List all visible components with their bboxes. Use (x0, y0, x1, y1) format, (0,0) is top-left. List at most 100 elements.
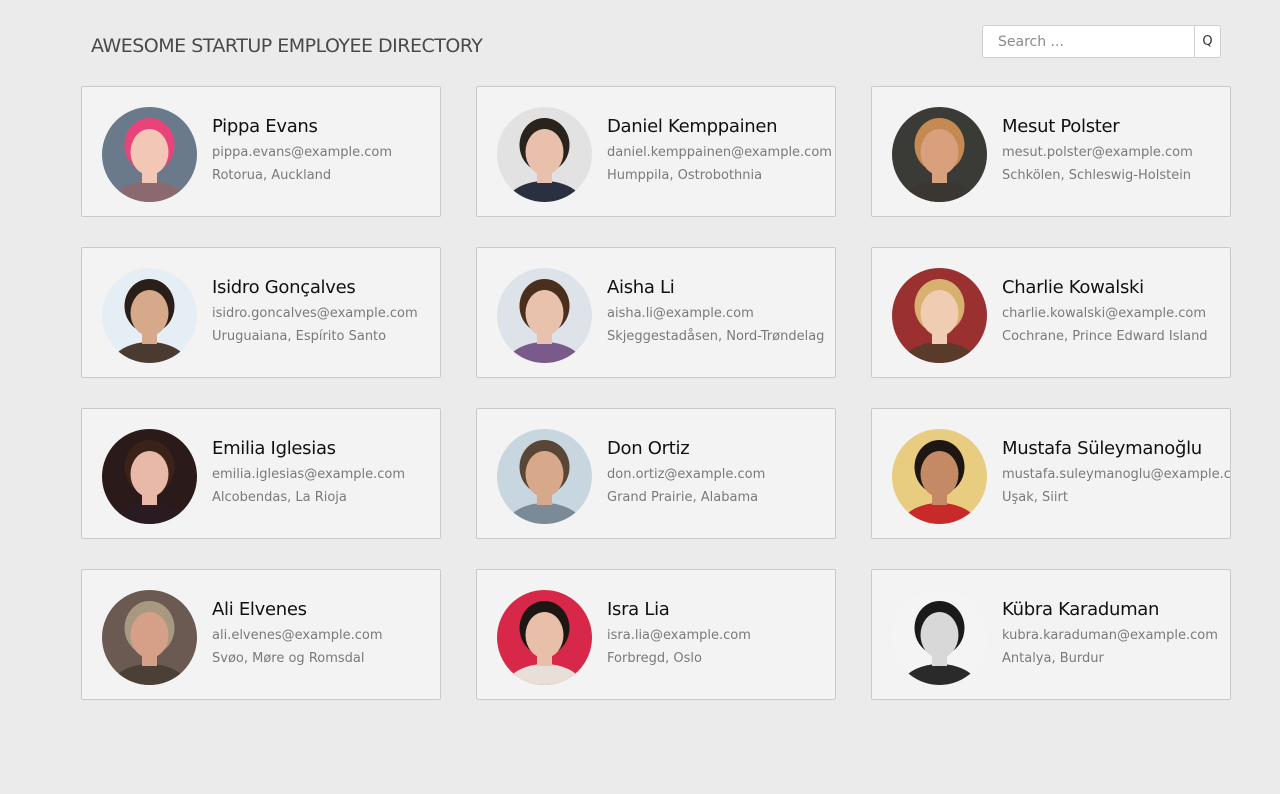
employee-email: ali.elvenes@example.com (212, 628, 383, 643)
employee-info: Don Ortiz don.ortiz@example.com Grand Pr… (607, 437, 765, 509)
employee-card[interactable]: Mustafa Süleymanoğlu mustafa.suleymanogl… (871, 408, 1231, 539)
employee-info: Charlie Kowalski charlie.kowalski@exampl… (1002, 276, 1208, 348)
portrait-photo (892, 590, 987, 685)
employee-name: Isra Lia (607, 599, 670, 620)
employee-info: Daniel Kemppainen daniel.kemppainen@exam… (607, 115, 832, 187)
portrait-face (130, 451, 169, 497)
search-button[interactable]: Q (1195, 25, 1221, 58)
employee-name: Pippa Evans (212, 116, 318, 137)
employee-avatar (102, 268, 197, 363)
employee-email: aisha.li@example.com (607, 306, 754, 321)
employee-info: Mesut Polster mesut.polster@example.com … (1002, 115, 1193, 187)
employee-name: Mesut Polster (1002, 116, 1120, 137)
employee-location: Svøo, Møre og Romsdal (212, 651, 365, 666)
portrait-photo (102, 268, 197, 363)
employee-email: emilia.iglesias@example.com (212, 467, 406, 482)
portrait-photo (892, 429, 987, 524)
employee-location: Grand Prairie, Alabama (607, 490, 759, 505)
employee-avatar (892, 107, 987, 202)
employee-name: Emilia Iglesias (212, 438, 336, 459)
employee-location: Skjeggestadåsen, Nord-Trøndelag (607, 329, 825, 344)
employee-location: Cochrane, Prince Edward Island (1002, 329, 1208, 344)
employee-email: mesut.polster@example.com (1002, 145, 1193, 160)
employee-info: Aisha Li aisha.li@example.com Skjeggesta… (607, 276, 824, 348)
employee-card[interactable]: Isra Lia isra.lia@example.com Forbregd, … (476, 569, 836, 700)
portrait-photo (102, 429, 197, 524)
employee-grid: Pippa Evans pippa.evans@example.com Roto… (81, 86, 1231, 700)
portrait-face (130, 612, 169, 658)
employee-card[interactable]: Don Ortiz don.ortiz@example.com Grand Pr… (476, 408, 836, 539)
page-title: AWESOME STARTUP EMPLOYEE DIRECTORY (91, 35, 483, 57)
employee-card[interactable]: Charlie Kowalski charlie.kowalski@exampl… (871, 247, 1231, 378)
employee-card[interactable]: Mesut Polster mesut.polster@example.com … (871, 86, 1231, 217)
employee-avatar (497, 590, 592, 685)
employee-location: Schkölen, Schleswig-Holstein (1002, 168, 1192, 183)
portrait-face (130, 290, 169, 336)
employee-location: Uruguaiana, Espírito Santo (212, 329, 387, 344)
employee-email: isidro.goncalves@example.com (212, 306, 418, 321)
employee-card[interactable]: Daniel Kemppainen daniel.kemppainen@exam… (476, 86, 836, 217)
portrait-photo (892, 107, 987, 202)
portrait-face (920, 290, 959, 336)
employee-email: daniel.kemppainen@example.com (607, 145, 832, 160)
employee-card[interactable]: Pippa Evans pippa.evans@example.com Roto… (81, 86, 441, 217)
employee-email: kubra.karaduman@example.com (1002, 628, 1218, 643)
portrait-face (130, 129, 169, 175)
portrait-photo (497, 107, 592, 202)
employee-card[interactable]: Aisha Li aisha.li@example.com Skjeggesta… (476, 247, 836, 378)
employee-avatar (497, 268, 592, 363)
portrait-photo (497, 429, 592, 524)
employee-card[interactable]: Isidro Gonçalves isidro.goncalves@exampl… (81, 247, 441, 378)
portrait-photo (497, 590, 592, 685)
employee-email: don.ortiz@example.com (607, 467, 766, 482)
search-form: Q (982, 25, 1221, 58)
portrait-face (920, 129, 959, 175)
employee-avatar (497, 107, 592, 202)
employee-location: Antalya, Burdur (1002, 651, 1104, 666)
employee-info: Ali Elvenes ali.elvenes@example.com Svøo… (212, 598, 383, 670)
employee-email: mustafa.suleymanoglu@example.com (1002, 467, 1231, 482)
employee-location: Forbregd, Oslo (607, 651, 702, 666)
employee-avatar (102, 107, 197, 202)
directory-page: AWESOME STARTUP EMPLOYEE DIRECTORY Q Pip… (0, 0, 1280, 794)
employee-location: Humppila, Ostrobothnia (607, 168, 763, 183)
portrait-face (920, 451, 959, 497)
employee-info: Emilia Iglesias emilia.iglesias@example.… (212, 437, 405, 509)
employee-location: Alcobendas, La Rioja (212, 490, 347, 505)
employee-avatar (892, 429, 987, 524)
employee-avatar (892, 590, 987, 685)
employee-avatar (102, 590, 197, 685)
search-input[interactable] (982, 25, 1195, 58)
employee-name: Isidro Gonçalves (212, 277, 356, 298)
employee-name: Daniel Kemppainen (607, 116, 778, 137)
employee-card[interactable]: Emilia Iglesias emilia.iglesias@example.… (81, 408, 441, 539)
portrait-face (525, 451, 564, 497)
portrait-face (920, 612, 959, 658)
portrait-photo (892, 268, 987, 363)
employee-location: Rotorua, Auckland (212, 168, 332, 183)
employee-info: Isra Lia isra.lia@example.com Forbregd, … (607, 598, 751, 670)
employee-info: Pippa Evans pippa.evans@example.com Roto… (212, 115, 392, 187)
employee-email: pippa.evans@example.com (212, 145, 392, 160)
portrait-face (525, 290, 564, 336)
employee-name: Kübra Karaduman (1002, 599, 1160, 620)
employee-avatar (892, 268, 987, 363)
employee-email: isra.lia@example.com (607, 628, 751, 643)
employee-name: Aisha Li (607, 277, 675, 298)
employee-info: Mustafa Süleymanoğlu mustafa.suleymanogl… (1002, 437, 1231, 509)
employee-location: Uşak, Siirt (1002, 490, 1068, 505)
employee-card[interactable]: Ali Elvenes ali.elvenes@example.com Svøo… (81, 569, 441, 700)
employee-name: Mustafa Süleymanoğlu (1002, 438, 1202, 459)
employee-card[interactable]: Kübra Karaduman kubra.karaduman@example.… (871, 569, 1231, 700)
employee-avatar (102, 429, 197, 524)
employee-email: charlie.kowalski@example.com (1002, 306, 1207, 321)
employee-info: Isidro Gonçalves isidro.goncalves@exampl… (212, 276, 418, 348)
employee-name: Charlie Kowalski (1002, 277, 1144, 298)
employee-avatar (497, 429, 592, 524)
portrait-face (525, 612, 564, 658)
employee-name: Don Ortiz (607, 438, 690, 459)
portrait-photo (102, 107, 197, 202)
portrait-photo (497, 268, 592, 363)
employee-info: Kübra Karaduman kubra.karaduman@example.… (1002, 598, 1218, 670)
employee-name: Ali Elvenes (212, 599, 307, 620)
